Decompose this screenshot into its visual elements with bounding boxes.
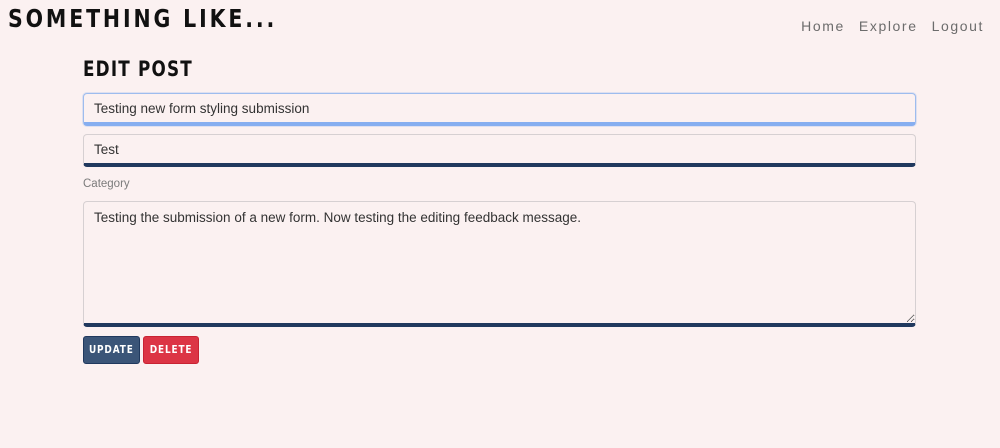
site-brand[interactable]: SOMETHING LIKE... bbox=[8, 4, 277, 33]
update-button-label: UPDATE bbox=[89, 344, 134, 356]
nav-link-explore[interactable]: Explore bbox=[859, 18, 918, 34]
post-body-textarea[interactable]: Testing the submission of a new form. No… bbox=[83, 201, 916, 327]
post-title-input[interactable] bbox=[83, 93, 916, 126]
category-label: Category bbox=[83, 178, 130, 190]
navbar: SOMETHING LIKE... Home Explore Logout bbox=[0, 0, 1000, 50]
delete-button-label: DELETE bbox=[149, 344, 193, 356]
category-input[interactable] bbox=[83, 134, 916, 167]
update-button[interactable]: UPDATE bbox=[83, 336, 140, 364]
nav-link-home[interactable]: Home bbox=[801, 18, 845, 34]
nav-link-logout[interactable]: Logout bbox=[932, 18, 984, 34]
nav-links: Home Explore Logout bbox=[801, 18, 984, 34]
page-title: EDIT POST bbox=[83, 57, 193, 81]
delete-button[interactable]: DELETE bbox=[143, 336, 199, 364]
